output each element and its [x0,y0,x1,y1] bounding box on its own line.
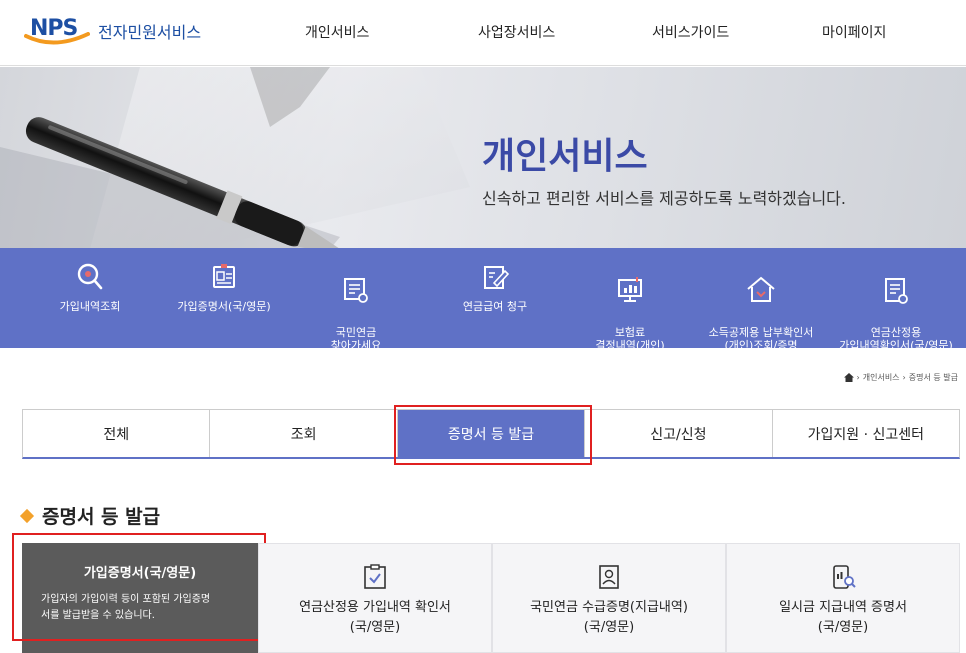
card-title: 국민연금 수급증명(지급내역) [530,600,688,615]
quick-item-tax-deduction[interactable]: 소득공제용 납부확인서 (개인)조회/증명 [696,248,826,352]
nav-personal-service[interactable]: 개인서비스 [305,22,369,42]
tab-report-apply[interactable]: 신고/신청 [585,410,773,457]
hero-banner: 개인서비스 신속하고 편리한 서비스를 제공하도록 노력하겠습니다. [0,67,966,249]
nav-service-guide[interactable]: 서비스가이드 [652,22,729,42]
section-title-text: 증명서 등 발급 [42,506,161,528]
quick-item-label: 소득공제용 납부확인서 (개인)조회/증명 [708,326,814,352]
document-check-icon [885,278,908,304]
quick-item-label: 가입내역조회 [59,300,121,313]
quick-item-label: 보험료 결정내역(개인) [595,326,665,352]
document-search-icon [344,278,368,303]
person-card-icon [599,565,619,589]
nps-logo-icon: NPS [24,16,94,46]
logo-text: 전자민원서비스 [98,23,202,42]
highlight-box-tab [394,405,592,465]
nav-business-service[interactable]: 사업장서비스 [478,22,555,42]
logo[interactable]: NPS 전자민원서비스 [24,16,201,46]
home-icon[interactable] [843,373,854,382]
card-pension-calc-confirmation[interactable]: 연금산정용 가입내역 확인서 (국/영문) [258,543,492,653]
card-title: 일시금 지급내역 증명서 [779,600,907,615]
quick-item-premium-decision[interactable]: 보험료 결정내역(개인) [575,248,685,352]
certificate-icon [213,264,235,288]
header: NPS 전자민원서비스 개인서비스 사업장서비스 서비스가이드 마이페이지 [0,0,966,66]
hero-subtitle: 신속하고 편리한 서비스를 제공하도록 노력하겠습니다. [482,189,846,208]
section-title: 증명서 등 발급 [19,502,161,529]
logo-mark-text: NPS [30,16,78,41]
card-title-sub: (국/영문) [583,620,635,635]
breadcrumb-item-current[interactable]: 증명서 등 발급 [909,372,958,383]
tab-enrollment-support[interactable]: 가입지원 · 신고센터 [773,410,959,457]
card-title-sub: (국/영문) [349,620,401,635]
highlight-box-card [12,533,266,641]
card-pension-receipt-proof[interactable]: 국민연금 수급증명(지급내역) (국/영문) [492,543,726,653]
nav-my-page[interactable]: 마이페이지 [822,22,886,42]
house-icon [747,276,775,302]
card-title-sub: (국/영문) [817,620,869,635]
card-lump-sum-payment-certificate[interactable]: 일시금 지급내역 증명서 (국/영문) [726,543,960,653]
diamond-bullet-icon [19,508,35,523]
card-title: 연금산정용 가입내역 확인서 [299,600,451,615]
checklist-icon [364,564,386,589]
quick-item-label: 연금산정용 가입내역확인서(국/영문) [839,326,953,352]
breadcrumb: › 개인서비스 › 증명서 등 발급 [843,372,958,383]
quick-item-label: 연금급여 청구 [462,300,528,313]
phone-chart-icon [833,565,856,589]
quick-item-enrollment-inquiry[interactable]: 가입내역조회 [40,248,140,348]
quick-menu: 가입내역조회 가입증명서(국/영문) 국민연금 찾아가세요 연금급여 청구 보험… [0,248,966,352]
quick-item-label: 가입증명서(국/영문) [177,300,271,313]
breadcrumb-item[interactable]: 개인서비스 [863,372,900,383]
search-icon [77,263,103,290]
quick-item-label: 국민연금 찾아가세요 [330,326,382,352]
tab-inquiry[interactable]: 조회 [210,410,398,457]
quick-item-benefit-claim[interactable]: 연금급여 청구 [440,248,550,348]
quick-item-pension-calc-certificate[interactable]: 연금산정용 가입내역확인서(국/영문) [826,248,966,352]
quick-item-enrollment-certificate[interactable]: 가입증명서(국/영문) [160,248,288,348]
quick-item-pension-find[interactable]: 국민연금 찾아가세요 [306,248,406,352]
form-pen-icon [484,266,510,289]
hero-title: 개인서비스 [482,136,648,177]
tab-all[interactable]: 전체 [23,410,211,457]
monitor-chart-icon [618,277,642,302]
